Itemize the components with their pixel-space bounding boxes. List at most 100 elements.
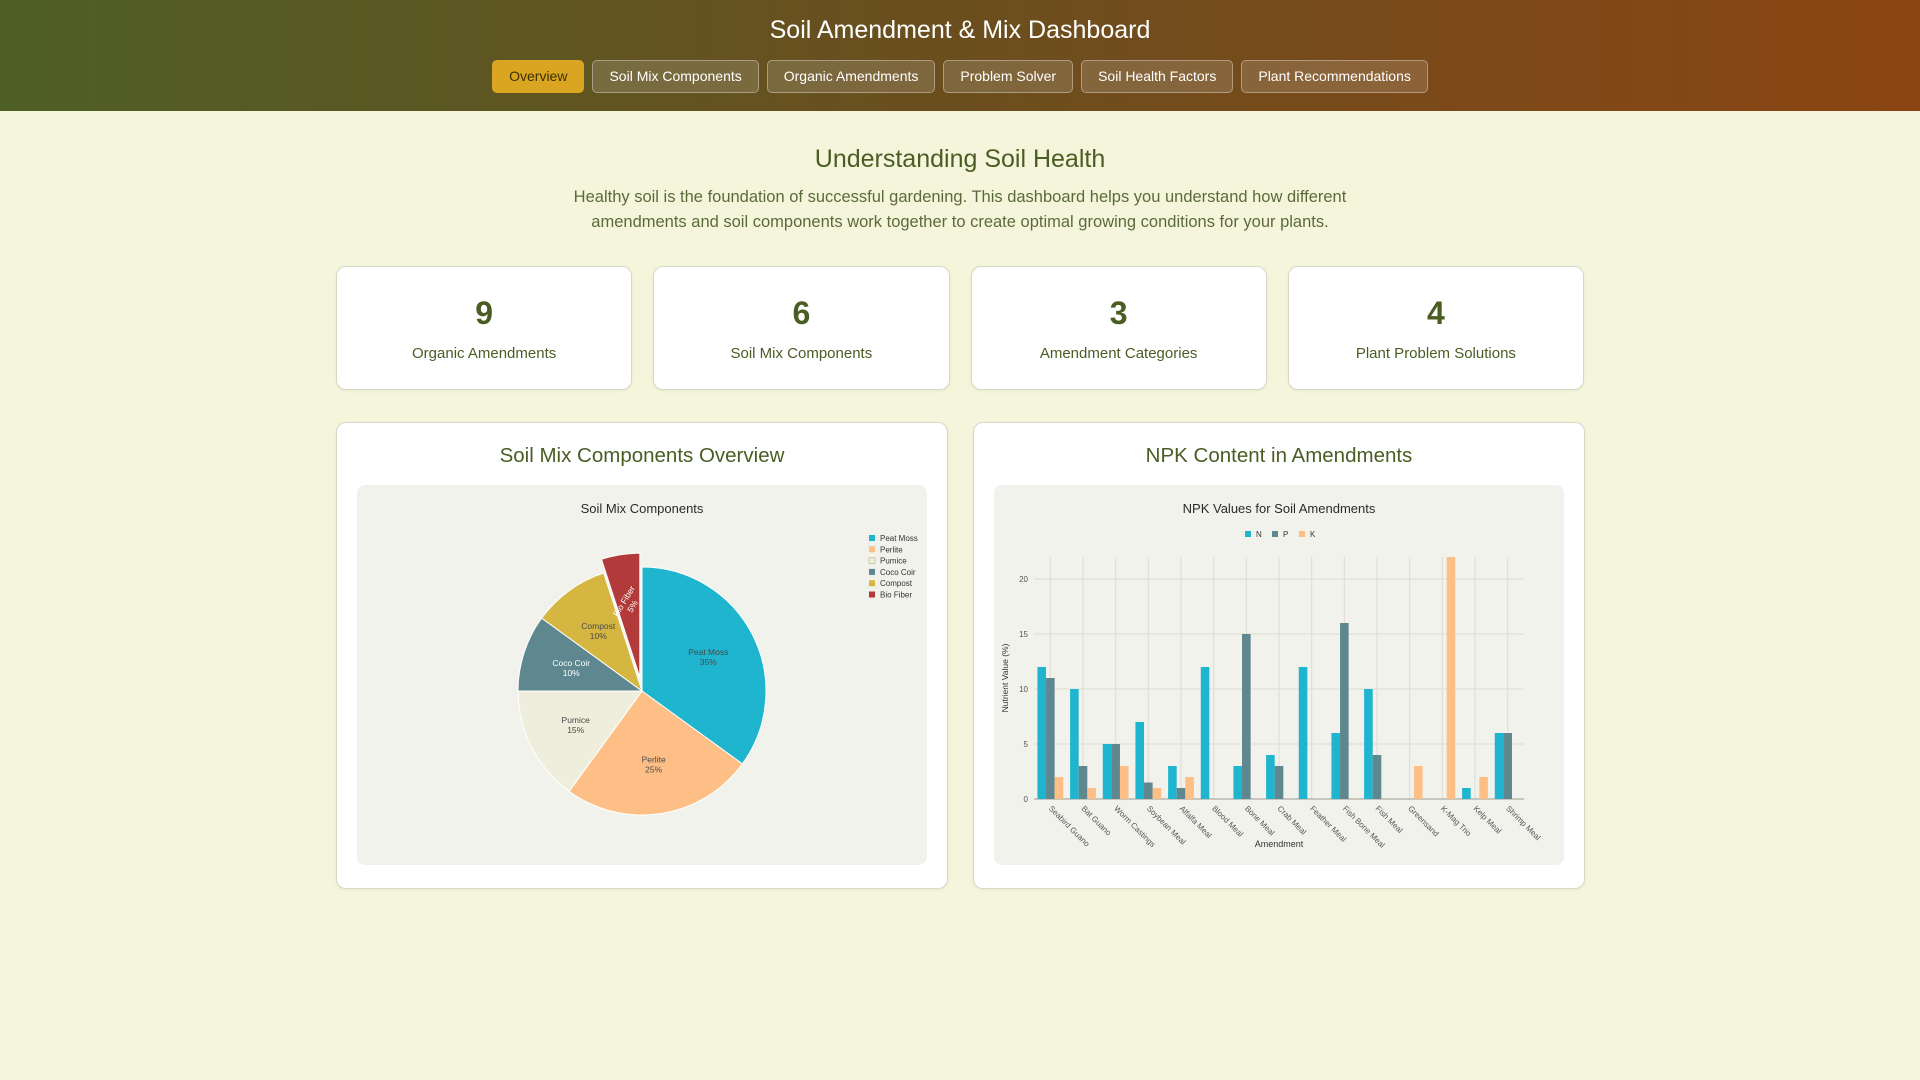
x-tick-label: K-Mag Trio xyxy=(1439,804,1473,838)
tab-plant-recommendations[interactable]: Plant Recommendations xyxy=(1241,60,1428,93)
bar-p xyxy=(1144,782,1153,799)
legend-label-coco-coir: Coco Coir xyxy=(880,568,916,577)
legend-swatch-coco-coir xyxy=(869,568,875,575)
intro-section: Understanding Soil Health Healthy soil i… xyxy=(0,143,1920,235)
y-tick-label: 10 xyxy=(1019,685,1028,694)
bar-p xyxy=(1242,634,1251,799)
legend-swatch-bio-fiber xyxy=(869,591,875,598)
bar-n xyxy=(1331,733,1341,799)
bar-k xyxy=(1446,557,1456,799)
dashboard-title: Soil Amendment & Mix Dashboard xyxy=(769,16,1151,44)
bar-chart-svg: NPK Values for Soil Amendments N P K 0 5 10 15 2… xyxy=(1000,501,1543,850)
y-tick-label: 5 xyxy=(1024,740,1029,749)
bar-card-title: NPK Content in Amendments xyxy=(1145,444,1413,467)
bar-k xyxy=(1185,777,1194,799)
stat-label: Plant Problem Solutions xyxy=(1355,345,1516,362)
bar-n xyxy=(1102,744,1112,799)
stat-value: 9 xyxy=(475,295,494,331)
tab-nav: Overview Soil Mix Components Organic Ame… xyxy=(0,60,1920,93)
pie-chart-title: Soil Mix Components xyxy=(581,501,704,516)
tab-soil-mix-components[interactable]: Soil Mix Components xyxy=(592,60,759,93)
stat-card-soil-mix-components: 6 Soil Mix Components xyxy=(653,266,950,390)
bar-n xyxy=(1233,766,1243,799)
stat-label: Organic Amendments xyxy=(412,345,557,362)
bar-p xyxy=(1111,744,1120,799)
stat-card-plant-problem-solutions: 4 Plant Problem Solutions xyxy=(1287,266,1584,390)
stat-value: 6 xyxy=(792,295,811,331)
bar-n xyxy=(1135,722,1145,799)
bar-p xyxy=(1503,733,1512,799)
x-tick-label: Fish Meal xyxy=(1374,804,1405,835)
x-tick-label: Kelp Meal xyxy=(1472,804,1504,836)
legend-label-peat-moss: Peat Moss xyxy=(880,534,918,543)
bar-chart-card: NPK Content in Amendments NPK Values for… xyxy=(973,422,1585,889)
bar-p xyxy=(1176,788,1186,799)
legend-label-pumice: Pumice xyxy=(880,557,907,566)
pie-chart-card: Soil Mix Components Overview Soil Mix Co… xyxy=(336,422,948,889)
legend-label-compost: Compost xyxy=(880,579,913,588)
x-axis-title: Amendment xyxy=(1255,839,1304,849)
bar-chart-plot[interactable]: NPK Values for Soil Amendments N P K 0 5 10 15 2… xyxy=(994,485,1564,865)
bar-n xyxy=(1364,689,1373,799)
y-tick-label: 0 xyxy=(1024,795,1029,804)
stat-card-amendment-categories: 3 Amendment Categories xyxy=(970,266,1267,390)
legend-label-bio-fiber: Bio Fiber xyxy=(880,591,912,600)
bar-k xyxy=(1152,788,1162,799)
bar-k xyxy=(1119,766,1129,799)
bar-p xyxy=(1274,766,1284,799)
tab-soil-health-factors[interactable]: Soil Health Factors xyxy=(1081,60,1234,93)
bar-n xyxy=(1168,766,1177,799)
bar-n xyxy=(1298,667,1308,799)
stat-value: 4 xyxy=(1426,295,1445,331)
y-tick-label: 20 xyxy=(1019,575,1028,584)
stat-card-organic-amendments: 9 Organic Amendments xyxy=(336,266,633,390)
legend-label-k: K xyxy=(1310,530,1316,539)
legend-swatch-peat-moss xyxy=(869,535,875,541)
bar-chart-title: NPK Values for Soil Amendments xyxy=(1183,501,1376,516)
bar-n xyxy=(1266,755,1275,799)
x-tick-label: Shrimp Meal xyxy=(1504,804,1542,842)
stat-label: Soil Mix Components xyxy=(730,345,873,362)
tab-problem-solver[interactable]: Problem Solver xyxy=(943,60,1074,93)
legend-label-n: N xyxy=(1256,530,1262,539)
stat-value: 3 xyxy=(1109,295,1128,331)
x-tick-label: Bat Guano xyxy=(1080,804,1114,838)
legend-swatch-perlite xyxy=(869,546,875,553)
stat-label: Amendment Categories xyxy=(1039,345,1198,362)
legend-swatch-k xyxy=(1299,531,1305,537)
bar-n xyxy=(1200,667,1210,799)
bar-p xyxy=(1372,755,1382,799)
pie-chart-svg: Soil Mix ComponentsPeat Moss 35%Perlite 25… xyxy=(517,501,918,816)
legend-label-p: P xyxy=(1283,530,1288,539)
legend-swatch-pumice xyxy=(868,557,876,565)
tab-overview[interactable]: Overview xyxy=(492,60,585,93)
app-header: Soil Amendment & Mix Dashboard Overview … xyxy=(0,0,1920,111)
bar-p xyxy=(1340,623,1349,799)
bar-k xyxy=(1413,766,1423,799)
x-tick-label: Bone Meal xyxy=(1243,804,1277,838)
x-tick-label: Greensand xyxy=(1406,804,1440,838)
legend-swatch-p xyxy=(1272,531,1278,537)
bar-n xyxy=(1037,667,1047,799)
section-heading: Understanding Soil Health xyxy=(814,145,1106,173)
x-tick-label: Crab Meal xyxy=(1276,804,1309,837)
bar-k xyxy=(1054,777,1064,799)
pie-card-title: Soil Mix Components Overview xyxy=(499,444,785,467)
bar-p xyxy=(1046,678,1055,799)
y-axis-title: Nutrient Value (%) xyxy=(1000,643,1010,712)
bar-n xyxy=(1494,733,1504,799)
x-tick-label: Blood Meal xyxy=(1210,804,1245,839)
charts-row: Soil Mix Components Overview Soil Mix Co… xyxy=(336,422,1585,889)
stats-row: 9 Organic Amendments 6 Soil Mix Componen… xyxy=(336,266,1584,390)
pie-chart-plot[interactable]: Soil Mix Components Peat Moss 35% Perlite 25… xyxy=(357,485,927,865)
y-tick-label: 15 xyxy=(1019,630,1028,639)
bar-k xyxy=(1087,788,1096,799)
tab-organic-amendments[interactable]: Organic Amendments xyxy=(766,60,936,93)
bar-k xyxy=(1479,777,1488,799)
legend-swatch-compost xyxy=(869,580,875,587)
bar-p xyxy=(1078,766,1088,799)
legend-label-perlite: Perlite xyxy=(880,545,903,554)
bar-n xyxy=(1070,689,1079,799)
intro-text: Healthy soil is the foundation of succes… xyxy=(573,188,1347,231)
bar-n xyxy=(1462,788,1471,799)
